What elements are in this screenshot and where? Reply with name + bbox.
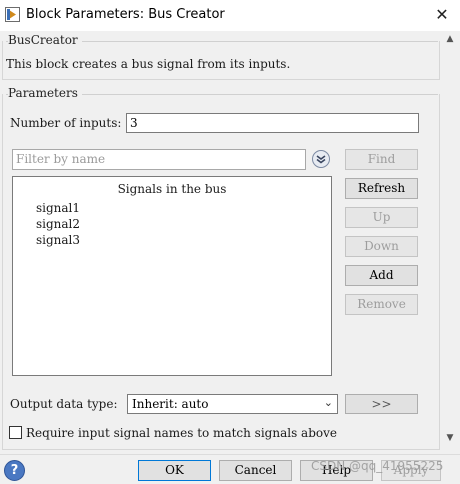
cancel-button[interactable]: Cancel: [219, 460, 292, 481]
window-title: Block Parameters: Bus Creator: [26, 7, 225, 22]
data-type-assistant-button[interactable]: >>: [345, 394, 418, 414]
list-item[interactable]: signal3: [36, 233, 80, 247]
list-item[interactable]: signal1: [36, 201, 80, 215]
chevron-down-icon: ⌄: [323, 396, 333, 409]
num-inputs-field[interactable]: 3: [126, 113, 419, 133]
vertical-scrollbar[interactable]: [441, 31, 460, 454]
ok-button[interactable]: OK: [138, 460, 211, 481]
block-group-label: BusCreator: [8, 33, 82, 47]
footer-divider: [0, 454, 460, 455]
list-header: Signals in the bus: [117, 182, 227, 196]
output-type-label: Output data type:: [10, 397, 118, 411]
add-button[interactable]: Add: [345, 265, 418, 286]
signals-list[interactable]: Signals in the bus signal1 signal2 signa…: [12, 176, 332, 376]
list-item[interactable]: signal2: [36, 217, 80, 231]
scroll-up-icon[interactable]: ▲: [444, 34, 456, 44]
simulink-block-icon: [5, 7, 20, 22]
find-button[interactable]: Find: [345, 149, 418, 170]
num-inputs-label: Number of inputs:: [10, 116, 122, 130]
remove-button[interactable]: Remove: [345, 294, 418, 315]
filter-input[interactable]: Filter by name: [12, 149, 306, 170]
output-type-select[interactable]: Inherit: auto ⌄: [127, 394, 338, 414]
up-button[interactable]: Up: [345, 207, 418, 228]
require-names-label: Require input signal names to match sign…: [26, 426, 337, 440]
refresh-button[interactable]: Refresh: [345, 178, 418, 199]
output-type-value: Inherit: auto: [132, 397, 209, 411]
watermark: CSDN @qq_41955225: [311, 459, 444, 473]
params-group-label: Parameters: [8, 86, 82, 100]
scroll-down-icon[interactable]: ▼: [444, 433, 456, 443]
require-names-checkbox[interactable]: [9, 426, 22, 439]
down-button[interactable]: Down: [345, 236, 418, 257]
title-bar: Block Parameters: Bus Creator ✕: [0, 0, 460, 31]
close-button[interactable]: ✕: [432, 5, 452, 25]
block-description: This block creates a bus signal from its…: [6, 57, 291, 71]
help-icon[interactable]: ?: [4, 460, 25, 481]
filter-options-icon[interactable]: [312, 150, 330, 168]
